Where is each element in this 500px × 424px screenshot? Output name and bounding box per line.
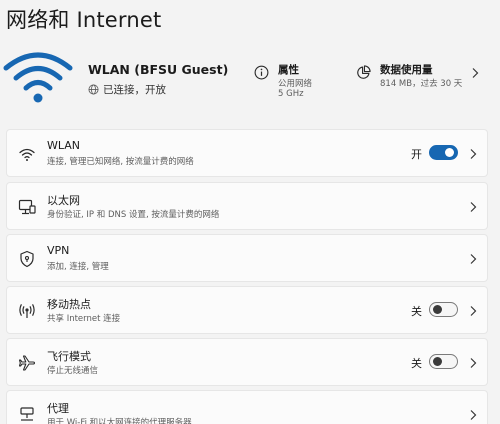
hotspot-icon (19, 304, 35, 318)
settings-item-vpn[interactable]: VPN 添加, 连接, 管理 (6, 234, 488, 282)
settings-item-proxy[interactable]: 代理 用于 Wi-Fi 和以太网连接的代理服务器 (6, 390, 488, 424)
data-usage-link[interactable]: 数据使用量 814 MB，过去 30 天 (356, 62, 466, 102)
settings-item-desc: 用于 Wi-Fi 和以太网连接的代理服务器 (47, 418, 192, 424)
ethernet-icon (18, 199, 36, 215)
settings-item-mobile-hotspot[interactable]: 移动热点 共享 Internet 连接 关 (6, 286, 488, 334)
settings-item-title: 代理 (47, 402, 69, 415)
data-usage-amount: 814 MB，过去 30 天 (380, 79, 463, 89)
properties-link[interactable]: 属性 公用网络 5 GHz (254, 62, 334, 102)
settings-item-title: 移动热点 (47, 298, 91, 311)
chevron-right-icon (470, 410, 477, 420)
settings-item-wlan[interactable]: WLAN 连接, 管理已知网络, 按流量计费的网络 开 (6, 129, 488, 177)
network-status-text: 已连接，开放 (103, 84, 166, 96)
toggle-label: 关 (411, 305, 422, 318)
properties-band: 5 GHz (278, 89, 304, 99)
settings-item-desc: 停止无线通信 (47, 366, 99, 376)
wifi-icon (19, 148, 35, 161)
settings-item-desc: 添加, 连接, 管理 (47, 262, 109, 272)
network-internet-settings-page: 网络和 Internet WLAN (BFSU Guest) 已连接，开放 属性 (0, 0, 500, 424)
mobile-hotspot-toggle[interactable] (429, 302, 458, 317)
properties-title: 属性 (278, 64, 299, 76)
settings-item-desc: 连接, 管理已知网络, 按流量计费的网络 (47, 157, 194, 167)
globe-icon (88, 84, 99, 95)
network-hero: WLAN (BFSU Guest) 已连接，开放 属性 公用网络 5 GHz 数… (0, 40, 500, 120)
chevron-right-icon[interactable] (470, 67, 480, 79)
network-status: 已连接，开放 (88, 82, 166, 97)
chevron-right-icon (470, 306, 477, 316)
pie-chart-icon (357, 65, 371, 79)
proxy-icon (20, 407, 34, 421)
page-title: 网络和 Internet (6, 8, 162, 32)
chevron-right-icon (470, 358, 477, 368)
toggle-knob (445, 148, 454, 157)
settings-item-airplane-mode[interactable]: 飞行模式 停止无线通信 关 (6, 338, 488, 386)
settings-item-ethernet[interactable]: 以太网 身份验证, IP 和 DNS 设置, 按流量计费的网络 (6, 182, 488, 230)
settings-item-title: 飞行模式 (47, 350, 91, 363)
chevron-right-icon (470, 202, 477, 212)
settings-item-title: WLAN (47, 139, 81, 152)
info-icon (254, 65, 269, 80)
network-name: WLAN (BFSU Guest) (88, 62, 229, 77)
settings-item-desc: 身份验证, IP 和 DNS 设置, 按流量计费的网络 (47, 210, 220, 220)
toggle-knob (433, 305, 442, 314)
wlan-toggle[interactable] (429, 145, 458, 160)
vpn-shield-icon (20, 250, 34, 268)
chevron-right-icon (470, 149, 477, 159)
settings-item-title: VPN (47, 244, 70, 257)
data-usage-title: 数据使用量 (380, 64, 433, 76)
properties-network-type: 公用网络 (278, 79, 313, 89)
chevron-right-icon (470, 254, 477, 264)
settings-item-desc: 共享 Internet 连接 (47, 314, 121, 324)
wifi-large-icon (3, 52, 73, 103)
airplane-icon (18, 355, 36, 371)
toggle-label: 关 (411, 357, 422, 370)
toggle-knob (433, 357, 442, 366)
airplane-mode-toggle[interactable] (429, 354, 458, 369)
settings-item-title: 以太网 (47, 194, 80, 207)
toggle-label: 开 (411, 148, 422, 161)
